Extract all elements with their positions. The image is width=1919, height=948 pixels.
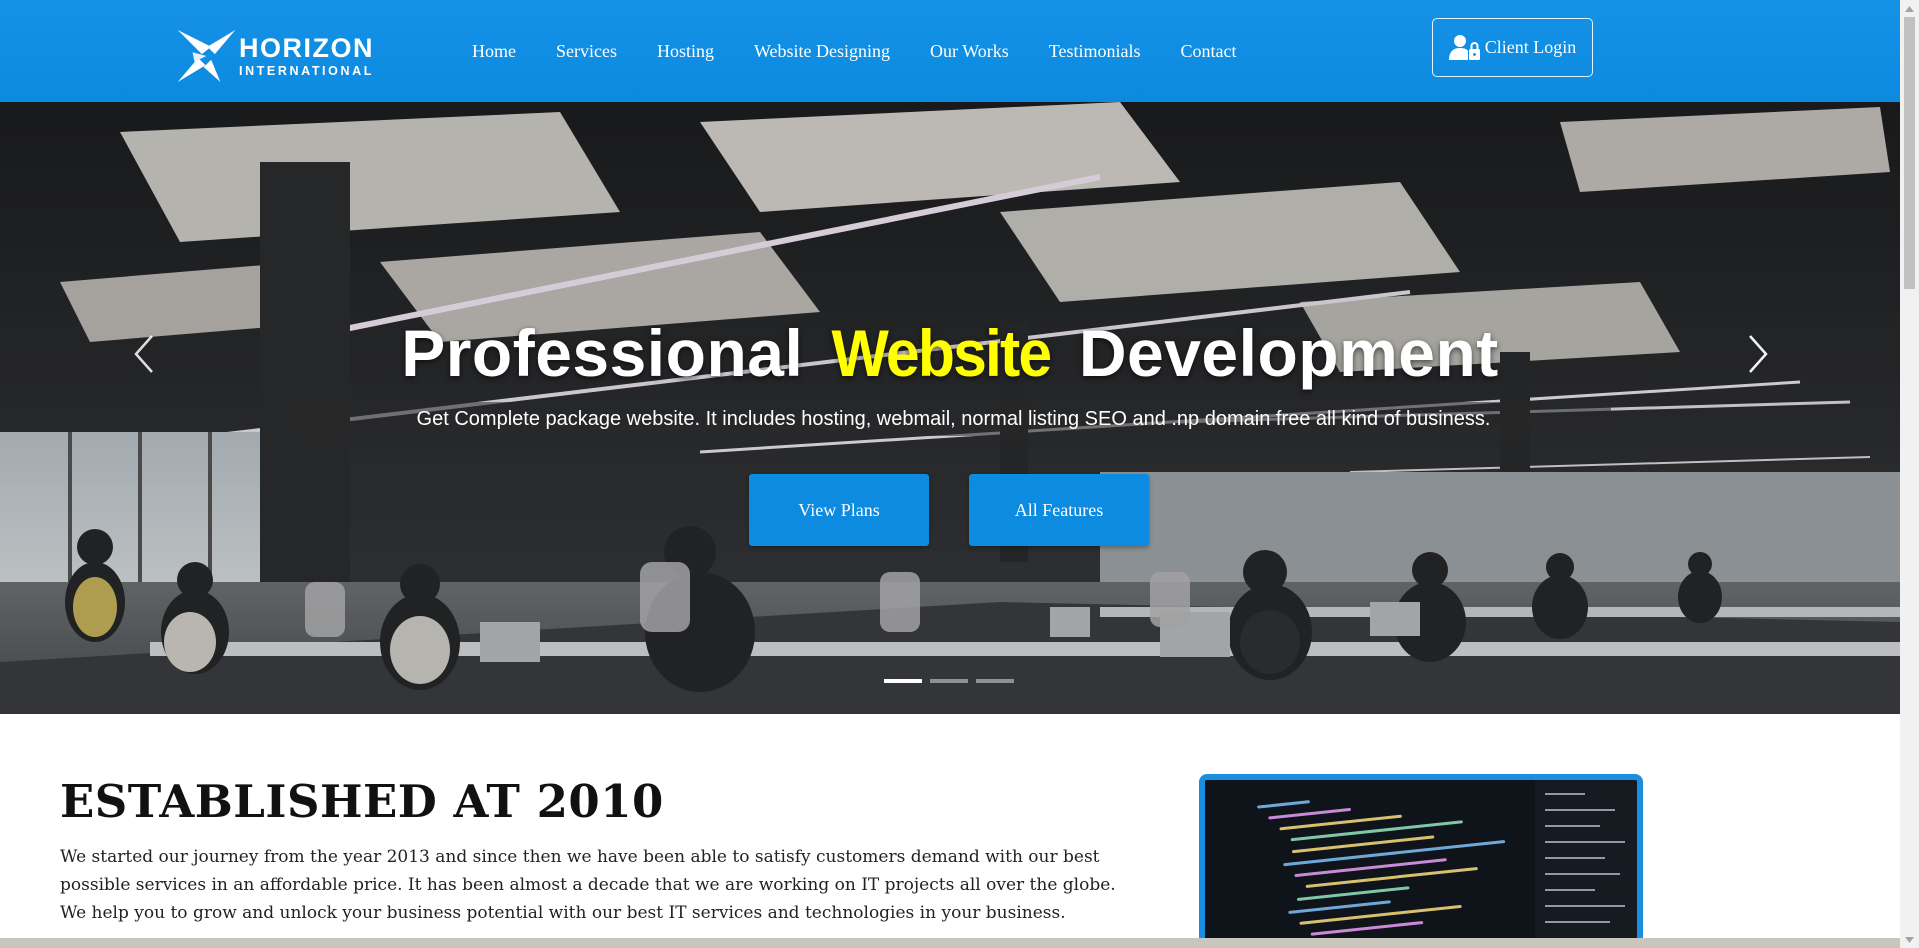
- nav-our-works[interactable]: Our Works: [930, 41, 1009, 62]
- logo-subtitle: INTERNATIONAL: [239, 63, 374, 78]
- logo-name: HORIZON: [239, 32, 374, 63]
- nav-contact[interactable]: Contact: [1180, 41, 1236, 62]
- carousel-indicators: [884, 679, 1014, 683]
- hero-carousel: Professional Website Development Get Com…: [0, 102, 1900, 714]
- scroll-up-icon[interactable]: [1900, 0, 1919, 17]
- carousel-indicator[interactable]: [930, 679, 968, 683]
- carousel-indicator[interactable]: [976, 679, 1014, 683]
- hero-title-before: Professional: [401, 316, 823, 390]
- user-lock-icon: [1448, 34, 1480, 60]
- site-header: HORIZON INTERNATIONAL Home Services Host…: [0, 0, 1900, 102]
- hero-title-after: Development: [1060, 316, 1499, 390]
- logo-star-icon: [177, 30, 236, 82]
- carousel-indicator[interactable]: [884, 679, 922, 683]
- nav-services[interactable]: Services: [556, 41, 617, 62]
- nav-website-designing[interactable]: Website Designing: [754, 41, 890, 62]
- hero-subtitle: Get Complete package website. It include…: [296, 402, 1611, 436]
- scroll-down-icon[interactable]: [1900, 931, 1919, 948]
- code-screenshot-image: [1199, 774, 1643, 940]
- main-nav: Home Services Hosting Website Designing …: [472, 0, 1236, 102]
- logo[interactable]: HORIZON INTERNATIONAL: [174, 24, 374, 88]
- all-features-button[interactable]: All Features: [969, 474, 1149, 546]
- client-login-button[interactable]: Client Login: [1432, 18, 1593, 77]
- code-editor-illustration: [1205, 780, 1637, 940]
- view-plans-button[interactable]: View Plans: [749, 474, 929, 546]
- logo-text: HORIZON INTERNATIONAL: [239, 32, 374, 78]
- about-title: ESTABLISHED AT 2010: [60, 775, 664, 828]
- nav-home[interactable]: Home: [472, 41, 516, 62]
- nav-hosting[interactable]: Hosting: [657, 41, 714, 62]
- hero-title-highlight: Website: [831, 316, 1053, 390]
- next-section-preview: [0, 938, 1900, 948]
- hero-title: Professional Website Development: [0, 315, 1900, 391]
- page-scrollbar[interactable]: [1900, 0, 1919, 948]
- client-login-label: Client Login: [1484, 37, 1577, 57]
- nav-testimonials[interactable]: Testimonials: [1049, 41, 1141, 62]
- about-text: We started our journey from the year 201…: [60, 847, 1116, 923]
- scrollbar-thumb[interactable]: [1904, 17, 1915, 289]
